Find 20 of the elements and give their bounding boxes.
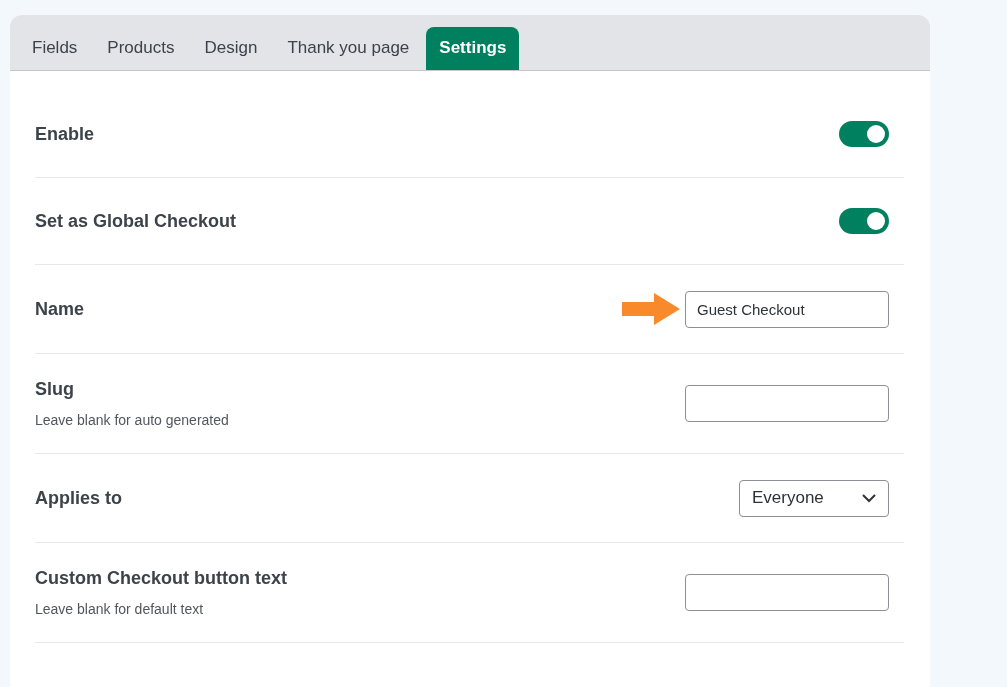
tab[interactable]: Settings (426, 27, 520, 70)
toggle-switch[interactable] (839, 121, 889, 147)
setting-label: Custom Checkout button text (35, 568, 287, 589)
input-field[interactable] (685, 385, 889, 422)
setting-label: Applies to (35, 487, 122, 509)
tab[interactable]: Design (191, 27, 271, 70)
toggle-switch[interactable] (839, 208, 889, 234)
setting-label: Enable (35, 123, 95, 145)
tab[interactable]: Products (94, 27, 188, 70)
input-field[interactable] (685, 574, 889, 611)
setting-label: Slug (35, 379, 75, 400)
setting-label: Name (35, 298, 85, 320)
tab[interactable]: Thank you page (274, 27, 423, 70)
dropdown[interactable]: Everyone (739, 479, 889, 517)
chevron-icon (862, 493, 876, 503)
input-field[interactable]: Guest Checkout (685, 290, 889, 328)
help-text: Leave blank for auto generated (35, 412, 229, 428)
setting-label: Set as Global Checkout (35, 210, 237, 232)
help-text: Leave blank for default text (35, 601, 205, 617)
tab[interactable]: Fields (19, 27, 91, 70)
